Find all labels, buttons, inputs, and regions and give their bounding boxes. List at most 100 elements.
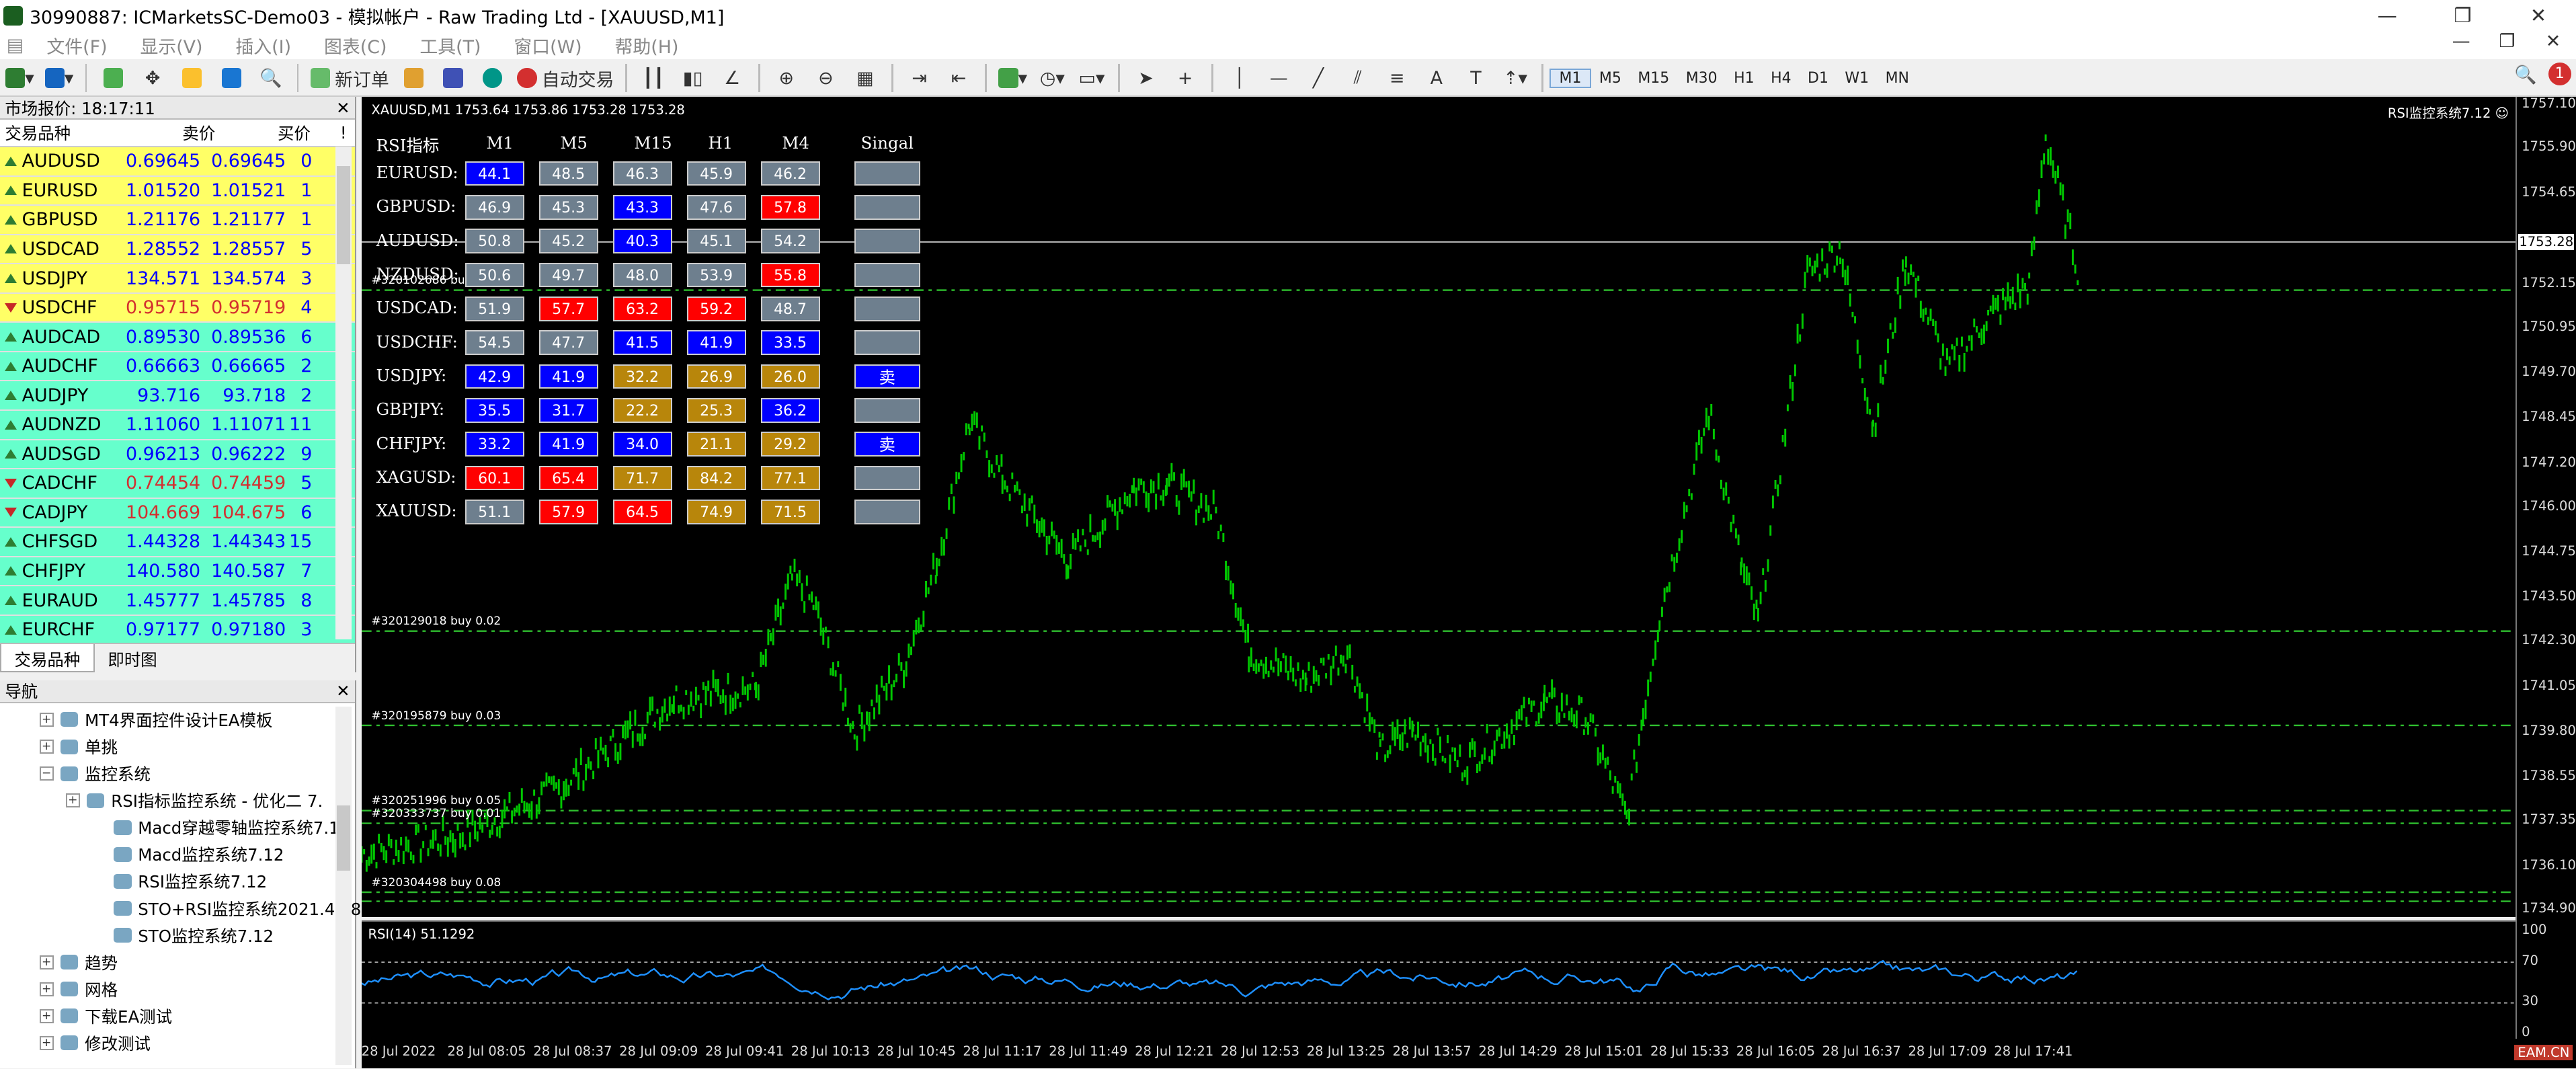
- auto-trading-button[interactable]: 自动交易: [514, 64, 617, 92]
- tf-mn[interactable]: MN: [1877, 70, 1917, 87]
- list-item[interactable]: USDCHF 0.95715 0.95719 4: [0, 293, 355, 323]
- tf-d1[interactable]: D1: [1800, 70, 1837, 87]
- doc-close-button[interactable]: ✕: [2530, 31, 2576, 52]
- signal-button[interactable]: 卖: [854, 432, 920, 457]
- navigator-item[interactable]: STO监控系统7.12: [92, 922, 274, 949]
- templates-icon[interactable]: ▭▾: [1074, 64, 1110, 92]
- line-chart-icon[interactable]: ∠: [714, 64, 750, 92]
- tab-symbols[interactable]: 交易品种: [0, 644, 95, 672]
- time-axis[interactable]: 28 Jul 2022 28 Jul 08:05 28 Jul 08:37 28 Ju…: [361, 1038, 2576, 1068]
- bar-chart-icon[interactable]: ┃┃: [635, 64, 672, 92]
- minimize-button[interactable]: —: [2349, 0, 2425, 31]
- crosshair-icon[interactable]: +: [1167, 64, 1203, 92]
- ea-name-label[interactable]: RSI监控系统7.12 ☺: [2388, 102, 2509, 122]
- price-axis[interactable]: 1757.10 1755.90 1754.65 1752.15 1750.95 1749.…: [2515, 95, 2576, 1039]
- arrows-icon[interactable]: ⇡▾: [1497, 64, 1533, 92]
- navigator-scrollbar[interactable]: [335, 706, 352, 1065]
- trendline-icon[interactable]: ╱: [1300, 64, 1336, 92]
- signal-button[interactable]: 卖: [854, 364, 920, 389]
- market-watch-scrollbar[interactable]: [335, 146, 352, 639]
- close-icon[interactable]: ✕: [336, 681, 350, 701]
- list-item[interactable]: AUDJPY 93.716 93.718 2: [0, 381, 355, 411]
- periods-icon[interactable]: ◷▾: [1035, 64, 1071, 92]
- menu-view[interactable]: 显示(V): [124, 32, 219, 58]
- close-button[interactable]: ✕: [2501, 0, 2576, 31]
- tf-h1[interactable]: H1: [1726, 70, 1763, 87]
- menu-help[interactable]: 帮助(H): [598, 32, 695, 58]
- expand-icon[interactable]: +: [39, 955, 54, 969]
- tf-m15[interactable]: M15: [1629, 70, 1677, 87]
- signal-button[interactable]: [854, 397, 920, 423]
- fibonacci-icon[interactable]: ≡: [1379, 64, 1415, 92]
- expand-icon[interactable]: −: [39, 766, 54, 781]
- doc-minimize-button[interactable]: —: [2438, 31, 2484, 52]
- cursor-icon[interactable]: ➤: [1128, 64, 1164, 92]
- navigator-item[interactable]: + 修改测试: [39, 1030, 151, 1056]
- list-item[interactable]: AUDCAD 0.89530 0.89536 6: [0, 323, 355, 352]
- expand-icon[interactable]: +: [39, 982, 54, 996]
- price-chart[interactable]: XAUUSD,M1 1753.64 1753.86 1753.28 1753.2…: [361, 97, 2515, 917]
- menu-tools[interactable]: 工具(T): [403, 32, 497, 58]
- signal-button[interactable]: [854, 194, 920, 220]
- tf-m5[interactable]: M5: [1591, 70, 1629, 87]
- signal-button[interactable]: [854, 161, 920, 186]
- signal-button[interactable]: [854, 229, 920, 253]
- list-item[interactable]: EURUSD 1.01520 1.01521 1: [0, 176, 355, 206]
- data-window-icon[interactable]: ✥: [134, 64, 171, 92]
- list-item[interactable]: CADCHF 0.74454 0.74459 5: [0, 469, 355, 499]
- expand-icon[interactable]: +: [65, 793, 80, 808]
- signal-button[interactable]: [854, 465, 920, 491]
- col-ask[interactable]: 买价: [220, 121, 315, 145]
- signals-icon[interactable]: [435, 64, 471, 92]
- list-item[interactable]: AUDCHF 0.66663 0.66665 2: [0, 352, 355, 382]
- doc-restore-button[interactable]: ❐: [2484, 31, 2530, 52]
- candlestick-icon[interactable]: ▮▯: [675, 64, 711, 92]
- tf-m30[interactable]: M30: [1678, 70, 1726, 87]
- expand-icon[interactable]: +: [39, 1008, 54, 1023]
- tf-w1[interactable]: W1: [1837, 70, 1877, 87]
- autoscroll-icon[interactable]: ⇥: [901, 64, 938, 92]
- list-item[interactable]: AUDNZD 1.11060 1.11071 11: [0, 410, 355, 440]
- chart-shift-icon[interactable]: ⇤: [940, 64, 977, 92]
- indicators-icon[interactable]: ▾: [995, 64, 1031, 92]
- expand-icon[interactable]: +: [39, 1035, 54, 1050]
- terminal-icon[interactable]: [213, 64, 249, 92]
- navigator-item[interactable]: + 网格: [39, 976, 118, 1002]
- list-item[interactable]: EURAUD 1.45777 1.45785 8: [0, 586, 355, 616]
- navigator-item[interactable]: + 下载EA测试: [39, 1003, 172, 1029]
- new-chart-icon[interactable]: ▾: [1, 64, 38, 92]
- horizontal-line-icon[interactable]: —: [1261, 64, 1297, 92]
- list-item[interactable]: GBPUSD 1.21176 1.21177 1: [0, 206, 355, 235]
- price-chart-canvas[interactable]: [361, 97, 2515, 917]
- list-item[interactable]: USDCAD 1.28552 1.28557 5: [0, 235, 355, 265]
- zoom-in-icon[interactable]: ⊕: [768, 64, 805, 92]
- menu-file[interactable]: 文件(F): [30, 32, 124, 58]
- navigator-item[interactable]: Macd穿越零轴监控系统7.12: [92, 814, 350, 840]
- equidistant-channel-icon[interactable]: ⫽: [1340, 64, 1376, 92]
- tf-m1[interactable]: M1: [1549, 68, 1591, 88]
- list-item[interactable]: CHFSGD 1.44328 1.44343 15: [0, 528, 355, 557]
- signal-button[interactable]: [854, 296, 920, 321]
- vertical-line-icon[interactable]: │: [1221, 64, 1258, 92]
- col-symbol[interactable]: 交易品种: [0, 121, 125, 145]
- expand-icon[interactable]: +: [39, 739, 54, 754]
- notification-badge[interactable]: 1: [2548, 62, 2571, 86]
- navigator-item[interactable]: + 趋势: [39, 949, 118, 976]
- new-order-button[interactable]: 新订单: [307, 64, 393, 92]
- signal-button[interactable]: [854, 330, 920, 355]
- signal-button[interactable]: [854, 262, 920, 288]
- zoom-out-icon[interactable]: ⊖: [808, 64, 844, 92]
- navigator-item[interactable]: + 单挑: [39, 734, 118, 760]
- list-item[interactable]: CHFJPY 140.580 140.587 7: [0, 557, 355, 587]
- profiles-icon[interactable]: ▾: [41, 64, 77, 92]
- market-icon[interactable]: [475, 64, 511, 92]
- text-label-icon[interactable]: T: [1458, 64, 1494, 92]
- navigator-item[interactable]: RSI监控系统7.12: [92, 868, 267, 894]
- list-item[interactable]: EURCHF 0.97177 0.97180 3: [0, 615, 355, 645]
- market-watch-icon[interactable]: [95, 64, 132, 92]
- list-item[interactable]: AUDUSD 0.69645 0.69645 0: [0, 147, 355, 177]
- rsi-indicator-pane[interactable]: RSI(14) 51.1292: [361, 920, 2515, 1040]
- list-item[interactable]: AUDSGD 0.96213 0.96222 9: [0, 440, 355, 470]
- navigator-item[interactable]: + RSI指标监控系统 - 优化二 7.: [65, 787, 323, 814]
- navigator-item[interactable]: STO+RSI监控系统2021.4.28: [92, 895, 361, 921]
